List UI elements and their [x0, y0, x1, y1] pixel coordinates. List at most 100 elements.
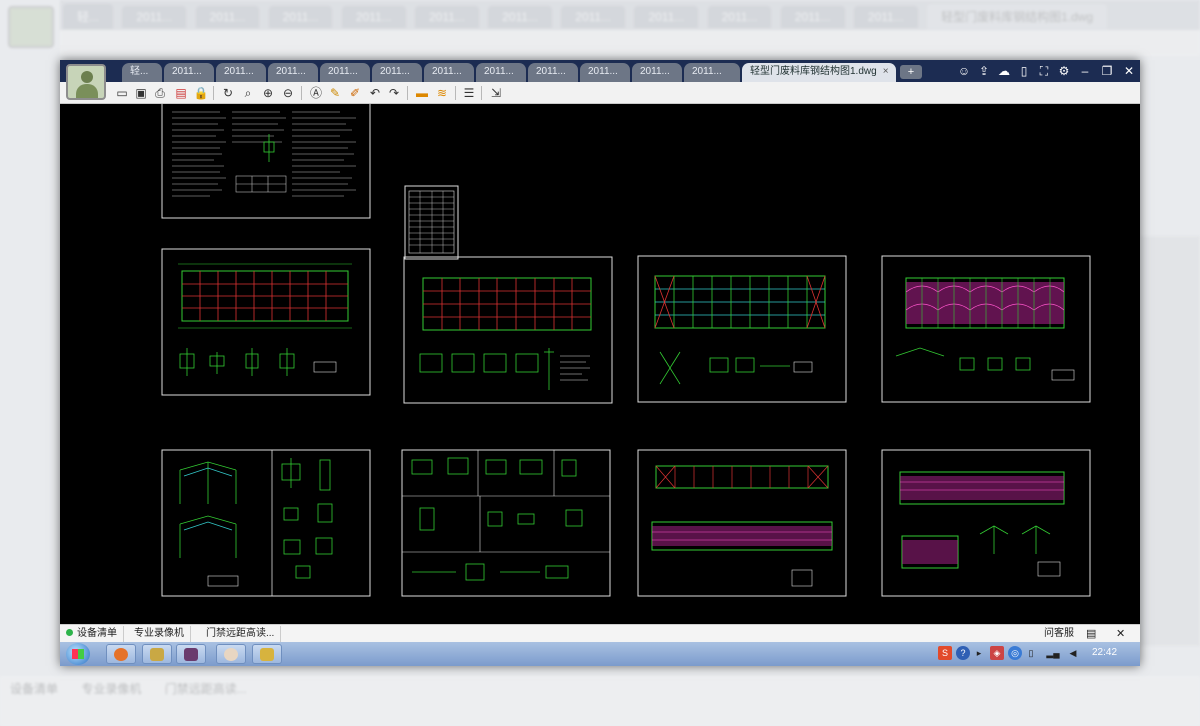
- taskbar-app-explorer[interactable]: [142, 644, 172, 664]
- new-tab-button[interactable]: +: [900, 65, 922, 79]
- tab-label: 2011...: [640, 66, 670, 77]
- status-tab-access-control[interactable]: 门禁远距高读...: [200, 626, 282, 642]
- tray-arrow-icon[interactable]: ▸: [972, 646, 986, 660]
- sheet-wall-bracing-elevation[interactable]: [637, 449, 847, 597]
- title-bar: 轻... 2011... 2011... 2011... 2011... 201…: [60, 60, 1140, 82]
- document-tab[interactable]: 2011...: [164, 63, 214, 82]
- viewer-icon: [260, 648, 274, 661]
- close-window-icon[interactable]: ✕: [1120, 62, 1138, 80]
- users-icon[interactable]: ☺: [955, 62, 973, 80]
- help-icon[interactable]: ?: [956, 646, 970, 660]
- tab-label: 2011...: [224, 66, 254, 77]
- volume-icon[interactable]: ◀: [1066, 646, 1080, 660]
- zoom-window-icon[interactable]: ⌕: [240, 85, 256, 101]
- taskbar-app-books[interactable]: [176, 644, 206, 664]
- drawing-canvas[interactable]: [60, 104, 1140, 624]
- ghost-tab: 2011...: [414, 6, 479, 28]
- person-icon: [224, 648, 238, 661]
- cloud-icon[interactable]: ☁: [995, 62, 1013, 80]
- redo-icon[interactable]: ↷: [386, 85, 402, 101]
- ime-icon[interactable]: S: [938, 646, 952, 660]
- pdf-export-icon[interactable]: ▤: [173, 85, 189, 101]
- ghost-bottom-bar: 设备清单 专业录像机 门禁远距高读...: [0, 676, 1200, 726]
- ghost-tab: 2011...: [195, 6, 260, 28]
- sheet-anchor-bolt-plan[interactable]: [403, 256, 613, 404]
- start-button[interactable]: [66, 643, 90, 665]
- tab-close-icon[interactable]: ×: [883, 66, 889, 77]
- sheet-general-notes[interactable]: [161, 104, 371, 219]
- ghost-tab: 2011...: [780, 6, 845, 28]
- active-tab-label: 轻型门废料库钢结构图1.dwg: [750, 66, 877, 77]
- fullscreen-icon[interactable]: ⛶: [1035, 62, 1053, 80]
- ghost-tab: 2011...: [853, 6, 918, 28]
- taskbar-app-contacts[interactable]: [216, 644, 246, 664]
- zoom-out-icon[interactable]: ⊖: [280, 85, 296, 101]
- status-tab-recorder[interactable]: 专业录像机: [128, 626, 191, 642]
- sheet-node-details[interactable]: [401, 449, 611, 597]
- user-avatar[interactable]: [66, 64, 106, 100]
- ghost-tab: 2011...: [122, 6, 187, 28]
- taskbar: S ? ▸ ◈ ◎ ▯ ▂▄ ◀ 22:42: [60, 642, 1140, 666]
- document-tab[interactable]: 2011...: [580, 63, 630, 82]
- open-icon[interactable]: ▭: [114, 85, 130, 101]
- share-icon[interactable]: ⇪: [975, 62, 993, 80]
- pencil-icon[interactable]: ✎: [327, 85, 343, 101]
- books-icon: [184, 648, 198, 661]
- security-icon[interactable]: ◈: [990, 646, 1004, 660]
- document-tab[interactable]: 2011...: [528, 63, 578, 82]
- lock-icon[interactable]: 🔒: [193, 85, 209, 101]
- document-tab[interactable]: 2011...: [476, 63, 526, 82]
- layer-icon[interactable]: ≋: [434, 85, 450, 101]
- document-tab[interactable]: 2011...: [684, 63, 740, 82]
- toolbar-divider: [407, 86, 408, 100]
- online-dot-icon: [66, 629, 73, 636]
- sheet-material-table[interactable]: [404, 185, 459, 260]
- layers-stack-icon[interactable]: ☰: [461, 85, 477, 101]
- taskbar-app-browser[interactable]: [106, 644, 136, 664]
- ghost-tab: 2011...: [341, 6, 406, 28]
- active-document-tab[interactable]: 轻型门废料库钢结构图1.dwg ×: [742, 63, 896, 82]
- taskbar-app-viewer[interactable]: [252, 644, 282, 664]
- document-tab[interactable]: 2011...: [632, 63, 682, 82]
- toolbar-divider: [481, 86, 482, 100]
- sheet-wall-purlin-elevation[interactable]: [881, 449, 1091, 597]
- undo-icon[interactable]: ↶: [367, 85, 383, 101]
- document-tab[interactable]: 轻...: [122, 63, 162, 82]
- measure-icon[interactable]: ▬: [414, 85, 430, 101]
- sheet-roof-support-plan[interactable]: [637, 255, 847, 403]
- zoom-in-icon[interactable]: ⊕: [260, 85, 276, 101]
- status-tab-label: 门禁远距高读...: [206, 628, 275, 639]
- sheet-roof-purlin-plan[interactable]: [881, 255, 1091, 403]
- marker-icon[interactable]: ✐: [347, 85, 363, 101]
- status-close-icon[interactable]: ✕: [1116, 626, 1125, 642]
- status-tab-device-list[interactable]: 设备清单: [60, 626, 124, 642]
- clock: 22:42: [1092, 647, 1117, 658]
- text-icon[interactable]: Ⓐ: [308, 85, 324, 101]
- customer-service-link[interactable]: 问客服: [1044, 626, 1074, 642]
- sheet-gable-frame-details[interactable]: [161, 449, 371, 597]
- mobile-icon[interactable]: ▯: [1015, 62, 1033, 80]
- device-icon[interactable]: ▯: [1024, 646, 1038, 660]
- minimize-icon[interactable]: –: [1076, 62, 1094, 80]
- document-tab[interactable]: 2011...: [424, 63, 474, 82]
- save-icon[interactable]: ▣: [133, 85, 149, 101]
- document-tab[interactable]: 2011...: [372, 63, 422, 82]
- print-icon[interactable]: ⎙: [152, 85, 168, 101]
- export-icon[interactable]: ⇲: [488, 85, 504, 101]
- document-tab[interactable]: 2011...: [216, 63, 266, 82]
- chat-icon[interactable]: ▤: [1086, 626, 1096, 642]
- settings-gear-icon[interactable]: ⚙: [1055, 62, 1073, 80]
- sync-icon[interactable]: ◎: [1008, 646, 1022, 660]
- folder-icon: [150, 648, 164, 661]
- sheet-column-layout-plan[interactable]: [161, 248, 371, 396]
- tab-label: 2011...: [380, 66, 410, 77]
- ghost-status-tab: 门禁远距高读...: [164, 682, 247, 696]
- rotate-icon[interactable]: ↻: [220, 85, 236, 101]
- document-tab[interactable]: 2011...: [320, 63, 370, 82]
- restore-icon[interactable]: ❐: [1098, 62, 1116, 80]
- document-tab[interactable]: 2011...: [268, 63, 318, 82]
- ghost-right-panel: [1140, 236, 1200, 646]
- network-icon[interactable]: ▂▄: [1046, 646, 1060, 660]
- tab-label: 2011...: [276, 66, 306, 77]
- tab-label: 2011...: [484, 66, 514, 77]
